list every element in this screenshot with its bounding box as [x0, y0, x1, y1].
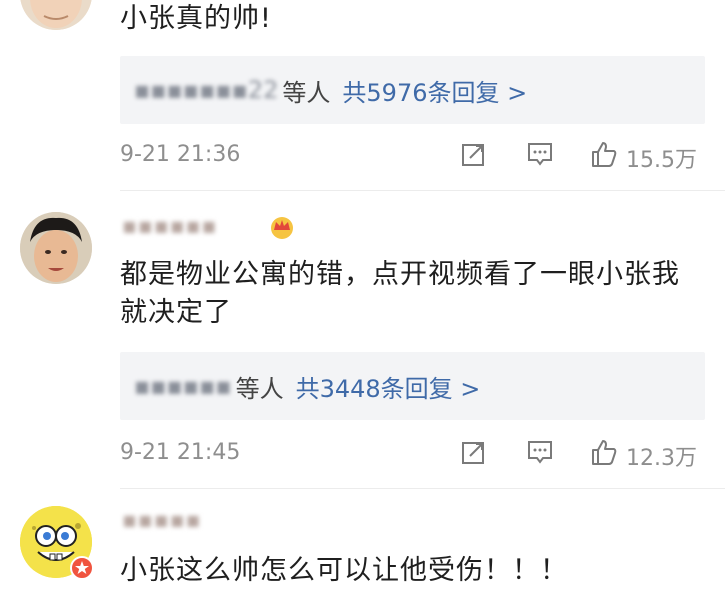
like-count: 12.3万: [626, 446, 697, 471]
avatar[interactable]: [20, 212, 92, 284]
comment-icon[interactable]: [526, 140, 554, 168]
reply-names: ▪▪▪▪▪▪: [134, 372, 232, 400]
comment-text: 小张真的帅!: [120, 3, 272, 34]
reply-etc-label: 等人: [282, 78, 331, 107]
comment-meta: 9-21 21:36 15.5万: [120, 140, 710, 173]
reply-count-link[interactable]: 共5976条回复 >: [342, 73, 527, 108]
reply-summary[interactable]: ▪▪▪▪▪▪ 等人 共3448条回复 >: [120, 352, 705, 420]
verified-badge-icon: [70, 556, 94, 580]
comment-time: 9-21 21:36: [120, 142, 241, 167]
comment-item: ▪▪▪▪▪ 小张这么帅怎么可以让他受伤！！！: [0, 488, 725, 589]
username[interactable]: ▪▪▪▪▪▪: [122, 214, 217, 244]
comment-icon[interactable]: [526, 438, 554, 466]
like-icon[interactable]: [590, 438, 618, 466]
username[interactable]: ▪▪▪▪▪: [122, 508, 202, 538]
comment-text: 都是物业公寓的错，点开视频看了一眼小张我就决定了: [120, 259, 680, 328]
forward-icon[interactable]: [460, 438, 488, 466]
reply-summary[interactable]: ▪▪▪▪▪▪▪22 等人 共5976条回复 >: [120, 56, 705, 124]
comment-time: 9-21 21:45: [120, 440, 241, 465]
like-icon[interactable]: [590, 140, 618, 168]
comment-item: ▪▪▪▪▪▪ 都是物业公寓的错，点开视频看了一眼小张我就决定了 ▪▪▪▪▪▪ 等…: [0, 190, 725, 490]
avatar[interactable]: [20, 0, 92, 30]
comment-meta: 9-21 21:45 12.3万: [120, 438, 710, 471]
like-count: 15.5万: [626, 148, 697, 173]
reply-names: ▪▪▪▪▪▪▪22: [134, 76, 279, 104]
comment-text: 小张这么帅怎么可以让他受伤！！！: [120, 555, 568, 586]
crown-badge-icon: [271, 217, 293, 239]
reply-etc-label: 等人: [235, 374, 284, 403]
reply-count-link[interactable]: 共3448条回复 >: [296, 369, 481, 404]
forward-icon[interactable]: [460, 140, 488, 168]
comment-item: 小张真的帅! ▪▪▪▪▪▪▪22 等人 共5976条回复 > 9-21 21:3…: [0, 0, 725, 190]
